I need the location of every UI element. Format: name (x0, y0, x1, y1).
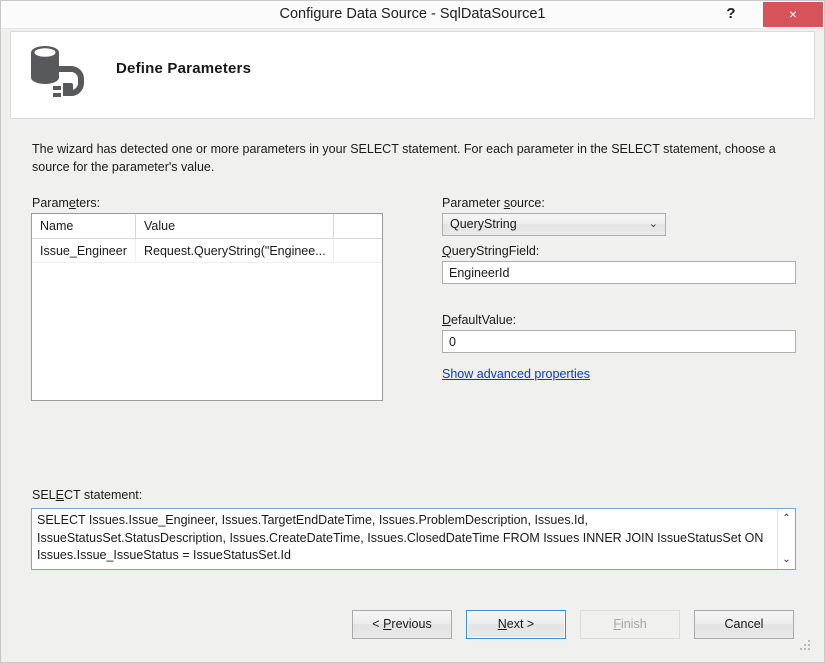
parameters-label-accelerator: e (68, 196, 76, 210)
select-statement-label-accelerator: E (55, 488, 64, 502)
finish-button-post: inish (620, 617, 647, 631)
querystringfield-input[interactable] (442, 261, 796, 284)
parameters-label-post: ters: (75, 196, 101, 210)
defaultvalue-label-post: efaultValue: (451, 313, 517, 327)
cell-parameter-blank[interactable] (334, 239, 382, 262)
select-statement-textarea[interactable]: SELECT Issues.Issue_Engineer, Issues.Tar… (31, 508, 796, 570)
configure-data-source-dialog: Configure Data Source - SqlDataSource1 ?… (0, 0, 825, 663)
querystringfield-label-post: ueryStringField: (451, 244, 540, 258)
grid-header-row: Name Value (32, 214, 382, 239)
querystringfield-label-accelerator: Q (442, 244, 452, 258)
select-statement-label-pre: SEL (32, 488, 56, 502)
select-statement-label: SELECT statement: (32, 488, 142, 502)
next-button[interactable]: Next > (466, 610, 566, 639)
parameter-source-label-pre: Parameter (442, 196, 504, 210)
next-button-accelerator: N (497, 617, 507, 631)
defaultvalue-label-accelerator: D (442, 313, 452, 327)
scroll-down-icon[interactable]: ⌄ (778, 551, 795, 568)
previous-button[interactable]: < Previous (352, 610, 452, 639)
finish-button-accelerator: F (613, 617, 621, 631)
select-statement-scrollbar[interactable]: ⌃ ⌄ (777, 509, 795, 569)
dialog-footer: < Previous Next > Finish Cancel (10, 592, 815, 654)
grid-column-header-value[interactable]: Value (136, 214, 334, 238)
dialog-content: The wizard has detected one or more para… (10, 120, 815, 592)
title-bar[interactable]: Configure Data Source - SqlDataSource1 ?… (1, 1, 824, 29)
cancel-button-post: Cancel (724, 617, 764, 631)
intro-text: The wizard has detected one or more para… (32, 142, 776, 174)
header-banner: Define Parameters (10, 31, 815, 119)
parameter-source-select[interactable]: QueryString ⌄ (442, 213, 666, 236)
next-button-post: ext > (506, 617, 535, 631)
select-statement-label-post: CT statement: (63, 488, 143, 502)
parameters-grid[interactable]: Name Value Issue_Engineer Request.QueryS… (31, 213, 383, 401)
help-button[interactable]: ? (716, 2, 746, 26)
show-advanced-properties-link[interactable]: Show advanced properties (442, 367, 590, 381)
parameter-source-label: Parameter source: (442, 196, 545, 210)
grid-column-header-blank[interactable] (334, 214, 382, 238)
parameter-source-label-post: ource: (510, 196, 545, 210)
resize-grip[interactable] (799, 639, 812, 652)
cell-parameter-value[interactable]: Request.QueryString("Enginee... (136, 239, 334, 262)
grid-column-header-name[interactable]: Name (32, 214, 136, 238)
close-button[interactable]: × (763, 2, 823, 27)
scroll-up-icon[interactable]: ⌃ (778, 510, 795, 527)
chevron-down-icon: ⌄ (648, 218, 658, 230)
defaultvalue-label: DefaultValue: (442, 313, 516, 327)
finish-button: Finish (580, 610, 680, 639)
parameter-source-value: QueryString (450, 217, 517, 231)
previous-button-post: revious (391, 617, 432, 631)
parameters-label: Parameters: (32, 196, 100, 210)
cell-parameter-name[interactable]: Issue_Engineer (32, 239, 136, 262)
window-title: Configure Data Source - SqlDataSource1 (279, 6, 546, 22)
previous-button-pre: < (372, 617, 384, 631)
table-row[interactable]: Issue_Engineer Request.QueryString("Engi… (32, 239, 382, 263)
page-title: Define Parameters (116, 60, 252, 77)
database-plug-icon (23, 38, 93, 108)
defaultvalue-input[interactable] (442, 330, 796, 353)
querystringfield-label: QueryStringField: (442, 244, 539, 258)
cancel-button[interactable]: Cancel (694, 610, 794, 639)
select-statement-text[interactable]: SELECT Issues.Issue_Engineer, Issues.Tar… (37, 512, 764, 565)
parameters-label-pre: Param (32, 196, 69, 210)
